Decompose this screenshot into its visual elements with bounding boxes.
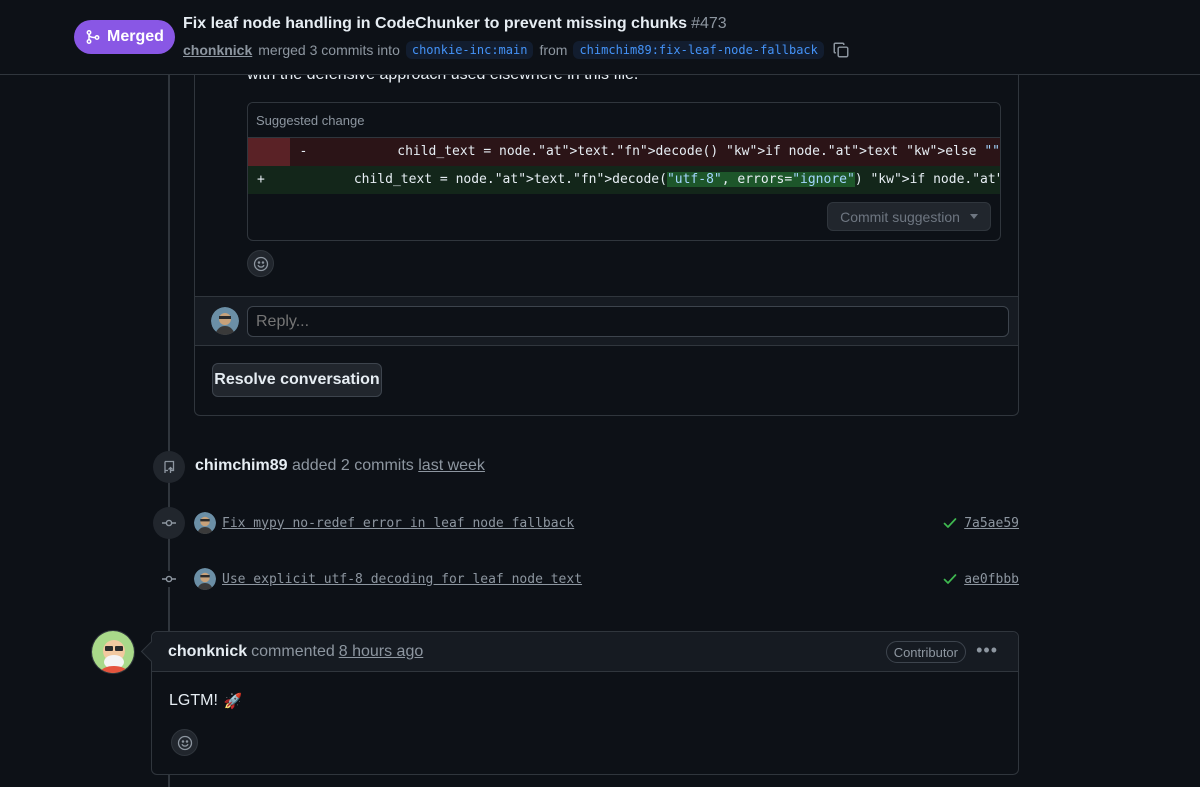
- add-reaction-button[interactable]: [247, 250, 274, 277]
- smiley-icon: [253, 256, 268, 271]
- diff-gutter: [248, 138, 291, 166]
- sticky-pr-header: Merged Fix leaf node handling in CodeChu…: [0, 0, 1200, 75]
- copy-icon[interactable]: [832, 41, 850, 59]
- commit-status: 7a5ae59: [942, 515, 1019, 531]
- repo-push-icon-badge: [153, 451, 185, 483]
- avatar[interactable]: [91, 630, 135, 674]
- git-commit-icon: [162, 575, 176, 583]
- pr-title-text: Fix leaf node handling in CodeChunker to…: [183, 15, 688, 32]
- pr-meta: chonknick merged 3 commits into chonkie-…: [183, 41, 850, 59]
- commits-event: chimchim89 added 2 commits last week: [195, 457, 485, 475]
- check-icon[interactable]: [942, 571, 958, 587]
- comment-time[interactable]: 8 hours ago: [339, 643, 424, 661]
- commit-sha-link[interactable]: ae0fbbb: [964, 572, 1019, 587]
- check-icon[interactable]: [942, 515, 958, 531]
- merged-status-badge: Merged: [74, 20, 175, 54]
- pr-title: Fix leaf node handling in CodeChunker to…: [183, 15, 727, 33]
- add-reaction-button[interactable]: [171, 729, 198, 756]
- diff-added-line: + child_text = node."at">text."fn">decod…: [248, 166, 1000, 194]
- from-text: from: [539, 42, 568, 58]
- commit-sha-link[interactable]: 7a5ae59: [964, 516, 1019, 531]
- commit-row: Use explicit utf-8 decoding for leaf nod…: [194, 567, 1019, 591]
- diff-deleted-line: - child_text = node."at">text."fn">decod…: [248, 138, 1000, 166]
- contributor-badge: Contributor: [885, 641, 966, 663]
- merged-status-label: Merged: [107, 28, 164, 45]
- rocket-emoji: 🚀: [223, 693, 243, 710]
- suggested-change: Suggested change - child_text = node."at…: [247, 102, 1001, 241]
- git-merge-icon: [86, 30, 100, 44]
- event-time[interactable]: last week: [418, 457, 485, 474]
- commit-message-link[interactable]: Fix mypy no-redef error in leaf node fal…: [222, 516, 574, 531]
- diff-sign: -: [299, 144, 308, 159]
- commit-dot: [161, 571, 177, 587]
- event-actor[interactable]: chimchim89: [195, 457, 287, 474]
- resolve-conversation-button[interactable]: Resolve conversation: [212, 363, 382, 397]
- chevron-down-icon: [969, 214, 978, 219]
- commit-message-link[interactable]: Use explicit utf-8 decoding for leaf nod…: [222, 572, 582, 587]
- head-branch[interactable]: chimchim89:fix-leaf-node-fallback: [573, 41, 824, 59]
- comment-action: commented: [251, 642, 335, 660]
- comment-text: LGTM!: [169, 692, 218, 709]
- kebab-menu-icon[interactable]: •••: [976, 641, 998, 659]
- comment-body: LGTM! 🚀: [169, 692, 243, 710]
- base-branch[interactable]: chonkie-inc:main: [405, 41, 534, 59]
- commit-icon-badge: [153, 507, 185, 539]
- pr-author-link[interactable]: chonknick: [183, 42, 252, 58]
- suggested-change-header: Suggested change: [248, 103, 1000, 138]
- repo-push-icon: [164, 460, 175, 473]
- commit-row: Fix mypy no-redef error in leaf node fal…: [194, 511, 1019, 535]
- diff-code: child_text = node."at">text."fn">decode(…: [353, 172, 1001, 187]
- reply-input[interactable]: [247, 306, 1009, 337]
- reply-row: [195, 296, 1018, 346]
- commit-status: ae0fbbb: [942, 571, 1019, 587]
- comment-author[interactable]: chonknick: [168, 643, 247, 661]
- pr-number: #473: [691, 15, 727, 32]
- commit-suggestion-label: Commit suggestion: [840, 208, 960, 225]
- diff-sign: +: [257, 172, 265, 187]
- comment-header: chonknick commented 8 hours ago Contribu…: [152, 632, 1018, 672]
- smiley-icon: [177, 735, 192, 750]
- avatar: [194, 512, 216, 534]
- commit-suggestion-button[interactable]: Commit suggestion: [827, 202, 991, 231]
- avatar: [211, 307, 239, 335]
- git-commit-icon: [162, 519, 176, 527]
- diff-code: child_text = node."at">text."fn">decode(…: [397, 144, 1000, 159]
- event-action: added 2 commits: [291, 457, 414, 474]
- merge-text: merged 3 commits into: [258, 42, 400, 58]
- comment-box: chonknick commented 8 hours ago Contribu…: [151, 631, 1019, 775]
- avatar: [194, 568, 216, 590]
